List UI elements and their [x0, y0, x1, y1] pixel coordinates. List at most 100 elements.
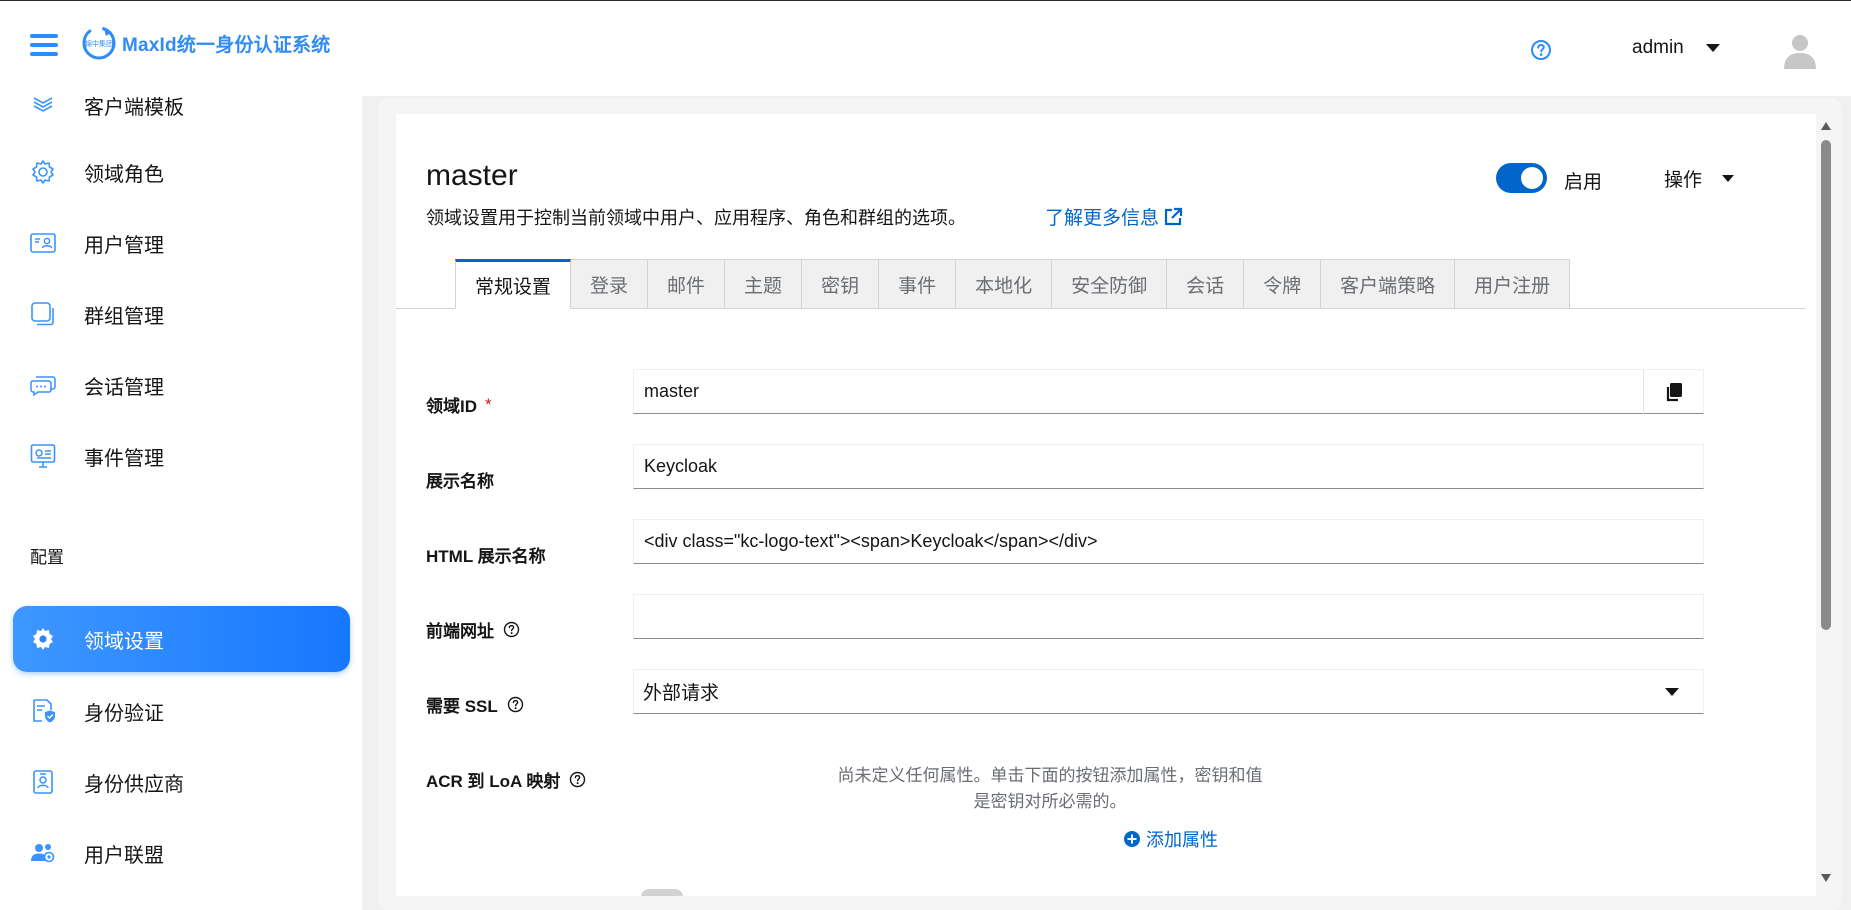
- required-marker: *: [485, 394, 492, 414]
- sidebar-item-label: 会话管理: [84, 376, 164, 399]
- acr-empty-state: 尚未定义任何属性。单击下面的按钮添加属性，密钥和值 是密钥对所必需的。: [800, 763, 1300, 815]
- page-description: 领域设置用于控制当前领域中用户、应用程序、角色和群组的选项。: [426, 208, 966, 228]
- sidebar-item-label: 事件管理: [84, 447, 164, 470]
- sidebar-item-groups[interactable]: 群组管理: [13, 281, 350, 347]
- scrollbar-thumb[interactable]: [1821, 140, 1831, 630]
- realm-id-field: [633, 369, 1704, 414]
- add-attribute-label: 添加属性: [1146, 830, 1218, 850]
- avatar[interactable]: [1782, 31, 1818, 69]
- app-title: MaxId统一身份认证系统: [122, 34, 331, 56]
- tab-tokens[interactable]: 令牌: [1244, 259, 1322, 309]
- require-ssl-label-text: 需要 SSL: [426, 697, 498, 716]
- sidebar-item-sessions[interactable]: 会话管理: [13, 352, 350, 418]
- realm-enabled-label: 启用: [1564, 172, 1603, 193]
- sidebar-item-identity-providers[interactable]: 身份供应商: [13, 749, 350, 815]
- top-header: 锦中集团 MaxId统一身份认证系统 admin: [0, 0, 1851, 96]
- display-name-label: 展示名称: [426, 472, 494, 491]
- sidebar-item-label: 领域角色: [84, 163, 164, 186]
- sidebar-item-label: 身份供应商: [84, 773, 184, 796]
- scroll-down-icon[interactable]: [1821, 874, 1831, 882]
- sidebar-item-users[interactable]: 用户管理: [13, 210, 350, 276]
- sidebar-item-realm-settings[interactable]: 领域设置: [13, 606, 350, 672]
- chat-icon: [29, 371, 57, 399]
- layers-icon: [29, 96, 57, 119]
- html-display-name-input[interactable]: [634, 520, 1703, 563]
- app-logo[interactable]: 锦中集团 MaxId统一身份认证系统: [82, 26, 330, 60]
- sidebar-item-label: 领域设置: [84, 630, 164, 653]
- user-badge-icon: [29, 768, 57, 796]
- partial-toggle[interactable]: [641, 889, 683, 896]
- tab-sessions[interactable]: 会话: [1167, 259, 1245, 309]
- caret-down-icon: [1722, 175, 1735, 182]
- caret-down-icon: [1705, 44, 1720, 52]
- acr-empty-line: 尚未定义任何属性。单击下面的按钮添加属性，密钥和值: [837, 766, 1263, 785]
- lock-doc-icon: [29, 697, 57, 725]
- help-icon[interactable]: [569, 771, 586, 788]
- plus-circle-icon: [1124, 831, 1140, 847]
- logo-mark-icon: 锦中集团: [82, 26, 116, 60]
- display-name-input[interactable]: [634, 445, 1703, 488]
- help-icon[interactable]: [1530, 39, 1552, 61]
- tab-security-defenses[interactable]: 安全防御: [1052, 259, 1168, 309]
- require-ssl-label: 需要 SSL: [426, 692, 524, 717]
- add-attribute-button[interactable]: 添加属性: [1123, 826, 1218, 852]
- scroll-up-icon[interactable]: [1821, 122, 1831, 130]
- gear-icon: [29, 625, 57, 653]
- frontend-url-field: [633, 594, 1704, 639]
- help-icon[interactable]: [503, 621, 520, 638]
- tab-client-policies[interactable]: 客户端策略: [1321, 259, 1456, 309]
- hamburger-menu-icon[interactable]: [30, 34, 58, 60]
- caret-down-icon: [1665, 687, 1679, 696]
- frontend-url-label-text: 前端网址: [426, 622, 494, 641]
- tab-events[interactable]: 事件: [879, 259, 957, 309]
- svg-text:锦中集团: 锦中集团: [85, 39, 113, 48]
- acr-empty-line: 是密钥对所必需的。: [973, 792, 1127, 811]
- tab-localization[interactable]: 本地化: [956, 259, 1053, 309]
- html-display-name-label: HTML 展示名称: [426, 547, 546, 566]
- frontend-url-input[interactable]: [634, 595, 1703, 638]
- sidebar-item-label: 用户联盟: [84, 844, 164, 867]
- learn-more-label: 了解更多信息: [1045, 208, 1160, 229]
- settings-tabs: 常规设置 登录 邮件 主题 密钥 事件 本地化 安全防御 会话 令牌 客户端策略…: [455, 259, 1571, 309]
- tab-themes[interactable]: 主题: [725, 259, 803, 309]
- monitor-icon: [29, 442, 57, 470]
- actions-label: 操作: [1664, 170, 1703, 191]
- gear-icon: [29, 158, 57, 186]
- sidebar-item-client-templates[interactable]: 客户端模板: [13, 96, 350, 138]
- display-name-field: [633, 444, 1704, 489]
- realm-enabled-toggle[interactable]: [1496, 163, 1547, 193]
- tab-keys[interactable]: 密钥: [802, 259, 880, 309]
- main-scrollbar[interactable]: [1818, 118, 1834, 888]
- copy-button[interactable]: [1643, 370, 1703, 414]
- user-menu-dropdown[interactable]: admin: [1632, 37, 1720, 59]
- require-ssl-value: 外部请求: [643, 683, 720, 704]
- tab-email[interactable]: 邮件: [648, 259, 726, 309]
- realm-id-label: 领域ID *: [426, 392, 492, 417]
- toggle-knob: [1521, 167, 1543, 189]
- tab-user-registration[interactable]: 用户注册: [1455, 259, 1571, 309]
- sidebar-item-label: 客户端模板: [84, 96, 184, 119]
- acr-loa-label-text: ACR 到 LoA 映射: [426, 772, 561, 791]
- help-icon[interactable]: [507, 696, 524, 713]
- sidebar-item-realm-roles[interactable]: 领域角色: [13, 139, 350, 205]
- realm-id-label-text: 领域ID: [426, 397, 477, 416]
- id-card-icon: [29, 229, 57, 257]
- require-ssl-select[interactable]: 外部请求: [633, 669, 1704, 714]
- acr-loa-label: ACR 到 LoA 映射: [426, 767, 586, 792]
- html-display-name-field: [633, 519, 1704, 564]
- frontend-url-label: 前端网址: [426, 617, 520, 642]
- sidebar-item-user-federation[interactable]: 用户联盟: [13, 820, 350, 886]
- learn-more-link[interactable]: 了解更多信息: [1045, 203, 1183, 230]
- sidebar-item-label: 身份验证: [84, 702, 164, 725]
- sidebar-item-authentication[interactable]: 身份验证: [13, 678, 350, 744]
- copy-icon: [1666, 383, 1682, 402]
- sidebar-item-label: 群组管理: [84, 305, 164, 328]
- tab-general[interactable]: 常规设置: [455, 259, 572, 309]
- actions-dropdown[interactable]: 操作: [1664, 165, 1735, 192]
- tab-login[interactable]: 登录: [571, 259, 649, 309]
- sidebar: 客户端模板 领域角色 用户管理 群组管理 会话管理 事件管理 配置 领域设置 身…: [0, 96, 362, 910]
- stacked-squares-icon: [29, 300, 57, 328]
- user-name: admin: [1632, 37, 1684, 58]
- realm-id-input[interactable]: [634, 370, 1703, 413]
- sidebar-item-events[interactable]: 事件管理: [13, 423, 350, 489]
